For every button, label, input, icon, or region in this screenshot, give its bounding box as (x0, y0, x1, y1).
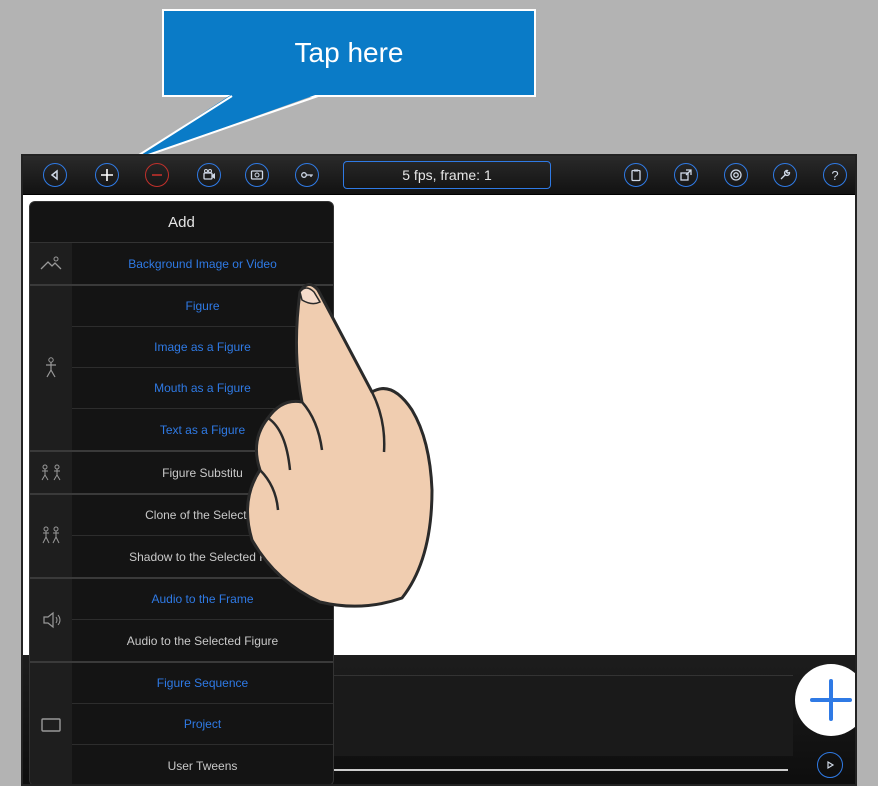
timeline-track[interactable] (323, 675, 793, 756)
tap-here-callout: Tap here (162, 9, 536, 97)
photo-icon (250, 170, 264, 180)
menu-item-figure[interactable]: Figure (72, 286, 333, 327)
menu-item-text-figure[interactable]: Text as a Figure (72, 409, 333, 450)
question-icon: ? (831, 167, 839, 183)
background-icon (30, 243, 72, 284)
back-icon (50, 169, 58, 181)
menu-item-shadow[interactable]: Shadow to the Selected Fig (72, 536, 333, 577)
play-icon (827, 760, 835, 770)
back-button[interactable] (43, 163, 67, 187)
figure-substitute-icon (30, 452, 72, 493)
timeline-scrubber[interactable] (323, 769, 788, 771)
menu-group-figure: Figure Image as a Figure Mouth as a Figu… (30, 286, 333, 452)
help-button[interactable]: ? (823, 163, 847, 187)
menu-group-audio: Audio to the Frame Audio to the Selected… (30, 579, 333, 663)
wrench-icon (780, 169, 791, 180)
settings-button[interactable] (773, 163, 797, 187)
menu-item-clone[interactable]: Clone of the Selected (72, 495, 333, 536)
clipboard-button[interactable] (624, 163, 648, 187)
add-frame-button[interactable] (795, 664, 855, 736)
photo-button[interactable] (245, 163, 269, 187)
camera-button[interactable] (197, 163, 221, 187)
menu-item-user-tweens[interactable]: User Tweens (72, 745, 333, 784)
menu-item-background[interactable]: Background Image or Video (72, 243, 333, 284)
app-screen: 5 fps, frame: 1 ? Add Background Image o… (21, 154, 857, 786)
clone-icon (30, 495, 72, 577)
menu-group-background: Background Image or Video (30, 243, 333, 286)
menu-item-audio-frame[interactable]: Audio to the Frame (72, 579, 333, 620)
frame-status-field[interactable]: 5 fps, frame: 1 (343, 161, 551, 189)
play-button[interactable] (817, 752, 843, 778)
menu-item-figure-sequence[interactable]: Figure Sequence (72, 663, 333, 704)
external-button[interactable] (674, 163, 698, 187)
speaker-icon (30, 579, 72, 661)
menu-item-project[interactable]: Project (72, 704, 333, 745)
minus-icon (152, 174, 162, 176)
menu-group-project: Figure Sequence Project User Tweens (30, 663, 333, 784)
figure-icon (30, 286, 72, 450)
callout-text: Tap here (294, 37, 404, 68)
menu-item-image-figure[interactable]: Image as a Figure (72, 327, 333, 368)
screen-icon (30, 663, 72, 784)
remove-button[interactable] (145, 163, 169, 187)
clipboard-icon (631, 169, 641, 182)
plus-icon (810, 679, 852, 721)
target-icon (730, 169, 742, 181)
key-icon (301, 172, 313, 178)
menu-item-mouth-figure[interactable]: Mouth as a Figure (72, 368, 333, 409)
frame-status-text: 5 fps, frame: 1 (402, 167, 492, 183)
key-button[interactable] (295, 163, 319, 187)
menu-title: Add (30, 202, 333, 243)
menu-item-audio-figure[interactable]: Audio to the Selected Figure (72, 620, 333, 661)
video-camera-icon (203, 169, 215, 180)
add-button[interactable] (95, 163, 119, 187)
menu-item-figure-substitute[interactable]: Figure Substitu (72, 452, 333, 493)
plus-icon (101, 169, 113, 181)
menu-group-substitute: Figure Substitu (30, 452, 333, 495)
add-menu: Add Background Image or Video Figure Ima… (29, 201, 334, 784)
menu-group-clone: Clone of the Selected Shadow to the Sele… (30, 495, 333, 579)
top-toolbar: 5 fps, frame: 1 ? (23, 156, 855, 195)
target-button[interactable] (724, 163, 748, 187)
external-window-icon (680, 169, 692, 181)
